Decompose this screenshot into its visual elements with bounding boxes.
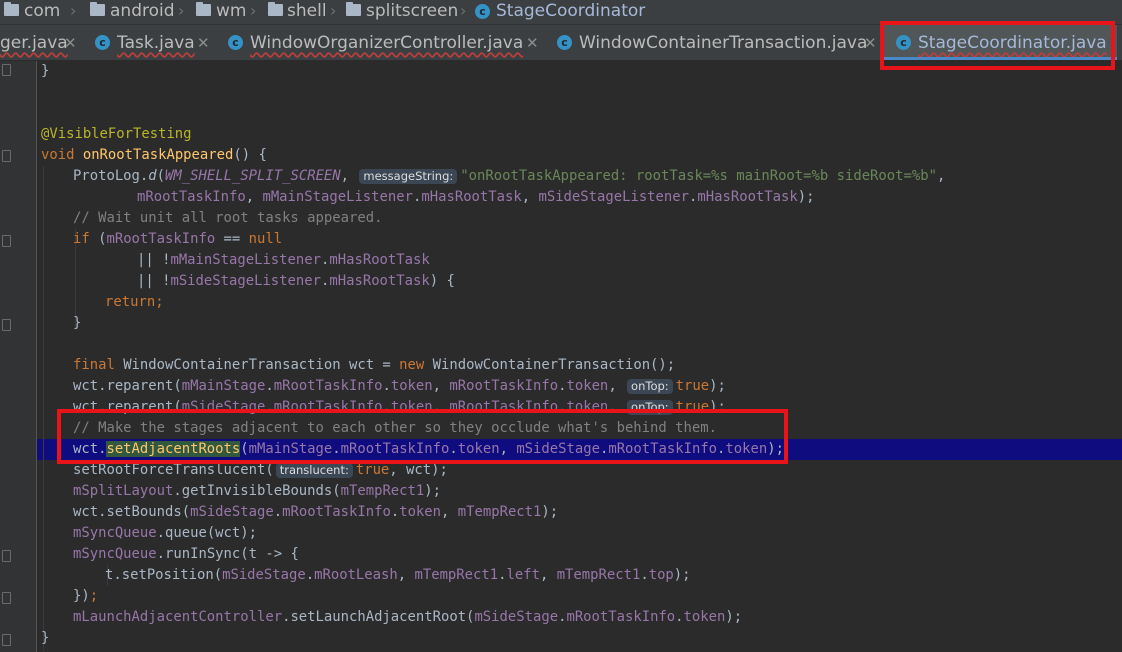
close-icon[interactable]: ✕ [64,25,77,60]
tab-task-java[interactable]: Task.java [117,25,195,60]
breadcrumb-item-stagecoordinator[interactable]: StageCoordinator [496,0,645,24]
code-editor[interactable]: } @VisibleForTesting void onRootTaskAppe… [37,61,1122,652]
tab-window-organizer-controller-java[interactable]: WindowOrganizerController.java [250,25,523,60]
code-line-25: t.setPosition(mSideStage.mRootLeash, mTe… [105,567,691,583]
code-line-26: }); [73,588,99,604]
folder-icon [268,2,283,16]
tab-ger-java[interactable]: ger.java [0,25,68,60]
chevron-right-icon: › [460,1,467,20]
parameter-hint: translucent: [275,463,353,478]
tab-window-container-transaction-java[interactable]: WindowContainerTransaction.java [579,25,867,60]
parameter-hint: onTop: [627,379,673,394]
fold-marker-icon[interactable] [2,592,11,604]
folder-icon [196,2,211,16]
fold-marker-icon[interactable] [2,64,11,76]
code-line-11: || !mSideStageListener.mHasRootTask) { [137,273,455,289]
indent-guide [43,166,44,651]
code-line-5: void onRootTaskAppeared() { [41,147,267,163]
fold-marker-icon[interactable] [2,319,11,331]
parameter-hint: messageString: [359,169,458,184]
fold-marker-icon[interactable] [2,634,11,646]
code-line-6: ProtoLog.d(WM_SHELL_SPLIT_SCREEN, messag… [73,168,946,184]
close-icon[interactable]: ✕ [526,25,539,60]
breadcrumb-item-android[interactable]: android [110,0,175,24]
chevron-right-icon: › [250,1,257,20]
code-line-1: } [41,63,50,79]
breadcrumb-item-shell[interactable]: shell [287,0,327,24]
folder-icon [346,2,361,16]
class-icon: c [557,35,572,50]
class-icon: c [228,35,243,50]
breadcrumb-item-splitscreen[interactable]: splitscreen [366,0,458,24]
chevron-right-icon: › [70,1,77,20]
code-line-21: mSplitLayout.getInvisibleBounds(mTempRec… [73,483,441,499]
code-line-16: wct.reparent(mMainStage.mRootTaskInfo.to… [73,378,726,394]
code-line-24: mSyncQueue.runInSync(t -> { [73,546,299,562]
code-line-22: wct.setBounds(mSideStage.mRootTaskInfo.t… [73,504,559,520]
close-icon[interactable]: ✕ [864,25,877,60]
code-line-10: || !mMainStageListener.mHasRootTask [137,252,430,268]
code-line-28: } [41,630,50,646]
fold-marker-icon[interactable] [2,550,11,562]
code-line-13: } [73,315,82,331]
breadcrumb-item-wm[interactable]: wm [216,0,246,24]
code-line-23: mSyncQueue.queue(wct); [73,525,257,541]
folder-icon [4,2,19,16]
fold-marker-icon[interactable] [2,235,11,247]
editor-gutter[interactable] [0,61,37,652]
highlight-box-code [57,409,788,464]
code-line-7: mRootTaskInfo, mMainStageListener.mHasRo… [137,189,815,205]
code-line-9: if (mRootTaskInfo == null [73,231,283,247]
code-line-12: return; [105,294,164,310]
breadcrumb-item-com[interactable]: com [24,0,60,24]
chevron-right-icon: › [330,1,337,20]
code-line-15: final WindowContainerTransaction wct = n… [73,357,676,373]
close-icon[interactable]: ✕ [197,25,210,60]
class-icon: c [475,4,490,19]
folder-icon [90,2,105,16]
code-line-8: // Wait unit all root tasks appeared. [73,210,383,226]
code-line-4: @VisibleForTesting [41,126,192,142]
highlight-box-active-tab [880,21,1115,70]
code-line-27: mLaunchAdjacentController.setLaunchAdjac… [73,609,743,625]
class-icon: c [95,35,110,50]
fold-marker-icon[interactable] [2,150,11,162]
chevron-right-icon: › [178,1,185,20]
